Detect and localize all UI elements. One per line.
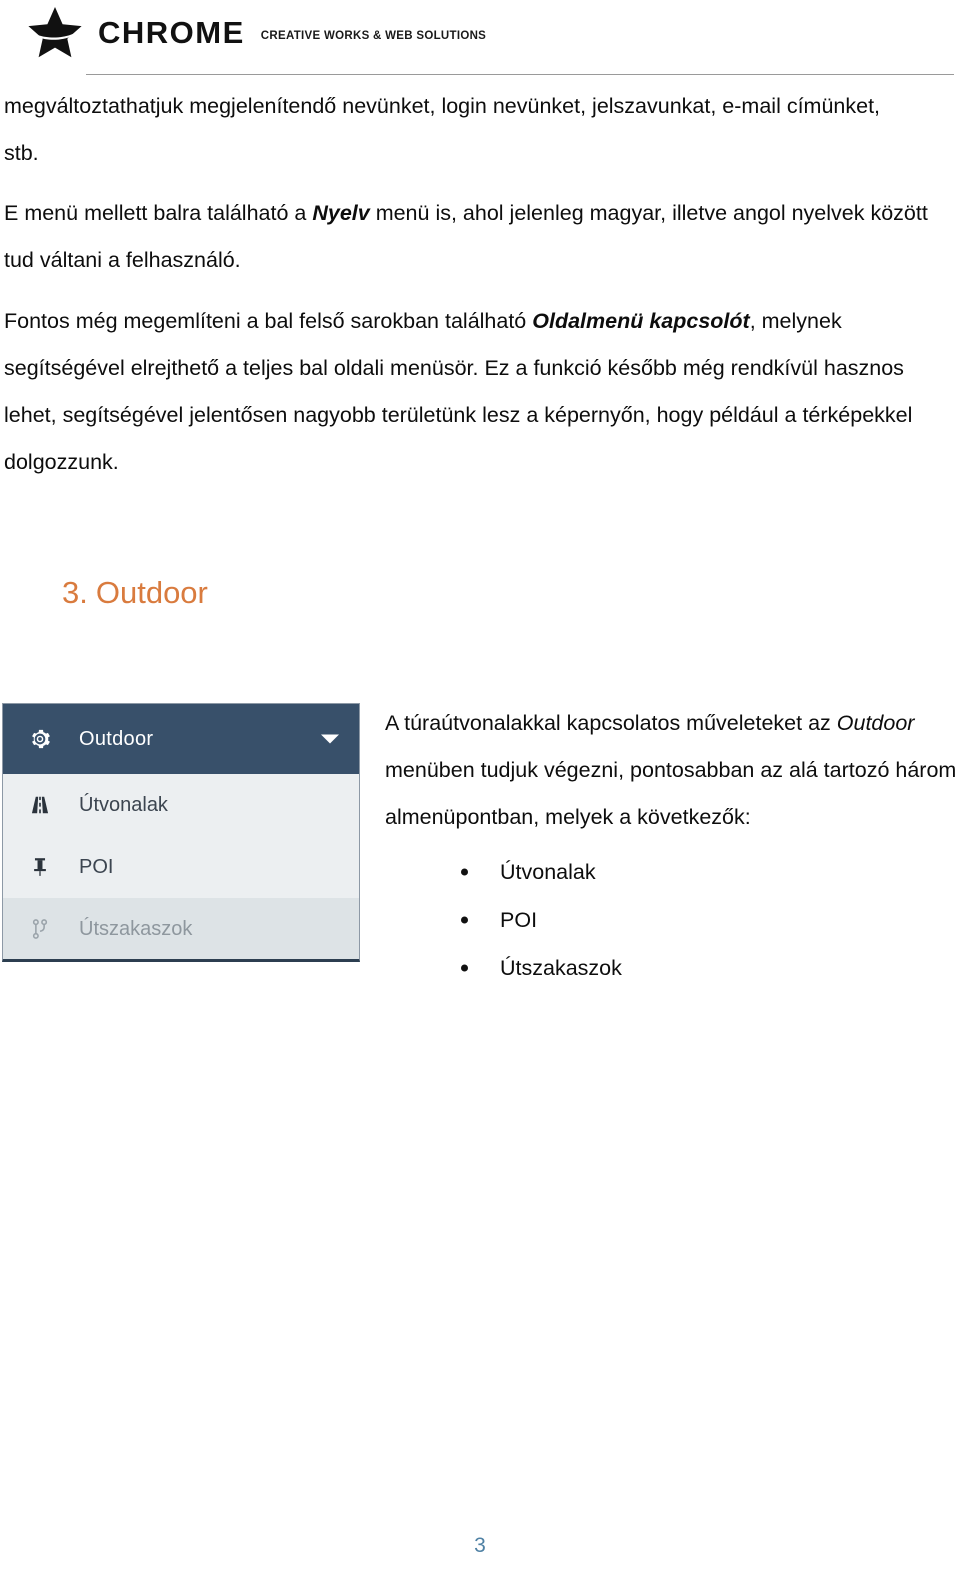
chevron-down-icon[interactable] <box>321 734 339 744</box>
document-header: CHROME CREATIVE WORKS & WEB SOLUTIONS <box>0 0 960 86</box>
list-item: Útszakaszok <box>455 944 622 992</box>
road-icon <box>29 794 51 816</box>
bullet-dot-icon <box>461 916 468 924</box>
paragraph-three: Fontos még megemlíteni a bal felső sarok… <box>4 298 954 486</box>
gear-icon <box>32 729 50 749</box>
section-number: 3. <box>62 575 88 610</box>
section-heading: 3. Outdoor <box>62 575 208 611</box>
outdoor-menu-screenshot: Outdoor Útvonalak POI Útszakaszok <box>2 703 360 962</box>
right-column-before: A túraútvonalakkal kapcsolatos műveletek… <box>385 711 837 735</box>
paragraph-one-text: megváltoztathatjuk megjelenítendő nevünk… <box>4 94 881 165</box>
menu-item-poi[interactable]: POI <box>3 836 359 898</box>
pin-icon <box>29 856 51 878</box>
list-item: Útvonalak <box>455 848 622 896</box>
menu-item-label: Útszakaszok <box>79 917 193 940</box>
right-column-after: menüben tudjuk végezni, pontosabban az a… <box>385 758 957 829</box>
list-item-label: Útszakaszok <box>500 956 622 980</box>
menu-header-outdoor[interactable]: Outdoor <box>3 704 359 774</box>
brand-wordmark: CHROME <box>98 14 245 50</box>
paragraph-three-after: , melynek segítségével elrejthető a telj… <box>4 309 913 474</box>
paragraph-two: E menü mellett balra található a Nyelv m… <box>4 190 949 284</box>
menu-item-label: Útvonalak <box>79 793 168 816</box>
bullet-dot-icon <box>461 868 468 876</box>
bullet-dot-icon <box>461 964 468 972</box>
brand-logo: CHROME CREATIVE WORKS & WEB SOLUTIONS <box>24 6 486 58</box>
section-title: Outdoor <box>95 575 208 610</box>
menu-item-label: POI <box>79 855 114 878</box>
paragraph-one: megváltoztathatjuk megjelenítendő nevünk… <box>4 83 884 177</box>
menu-header-label: Outdoor <box>79 727 154 750</box>
right-column-emphasis: Outdoor <box>836 711 915 735</box>
submenu-bullet-list: Útvonalak POI Útszakaszok <box>455 848 622 992</box>
branch-icon <box>29 918 51 940</box>
paragraph-two-before: E menü mellett balra található a <box>4 201 313 225</box>
list-item-label: Útvonalak <box>500 860 596 884</box>
header-divider <box>86 74 954 75</box>
paragraph-three-before: Fontos még megemlíteni a bal felső sarok… <box>4 309 533 333</box>
paragraph-three-emphasis: Oldalmenü kapcsolót <box>532 309 750 333</box>
menu-item-utszakaszok[interactable]: Útszakaszok <box>3 898 359 959</box>
star-logo-icon <box>26 7 84 58</box>
paragraph-two-emphasis: Nyelv <box>312 201 370 225</box>
page-number: 3 <box>474 1534 486 1557</box>
list-item-label: POI <box>500 908 538 932</box>
brand-tagline: CREATIVE WORKS & WEB SOLUTIONS <box>260 29 487 42</box>
right-column-paragraph: A túraútvonalakkal kapcsolatos műveletek… <box>385 700 960 841</box>
menu-item-utvonalak[interactable]: Útvonalak <box>3 774 359 836</box>
list-item: POI <box>455 896 622 944</box>
